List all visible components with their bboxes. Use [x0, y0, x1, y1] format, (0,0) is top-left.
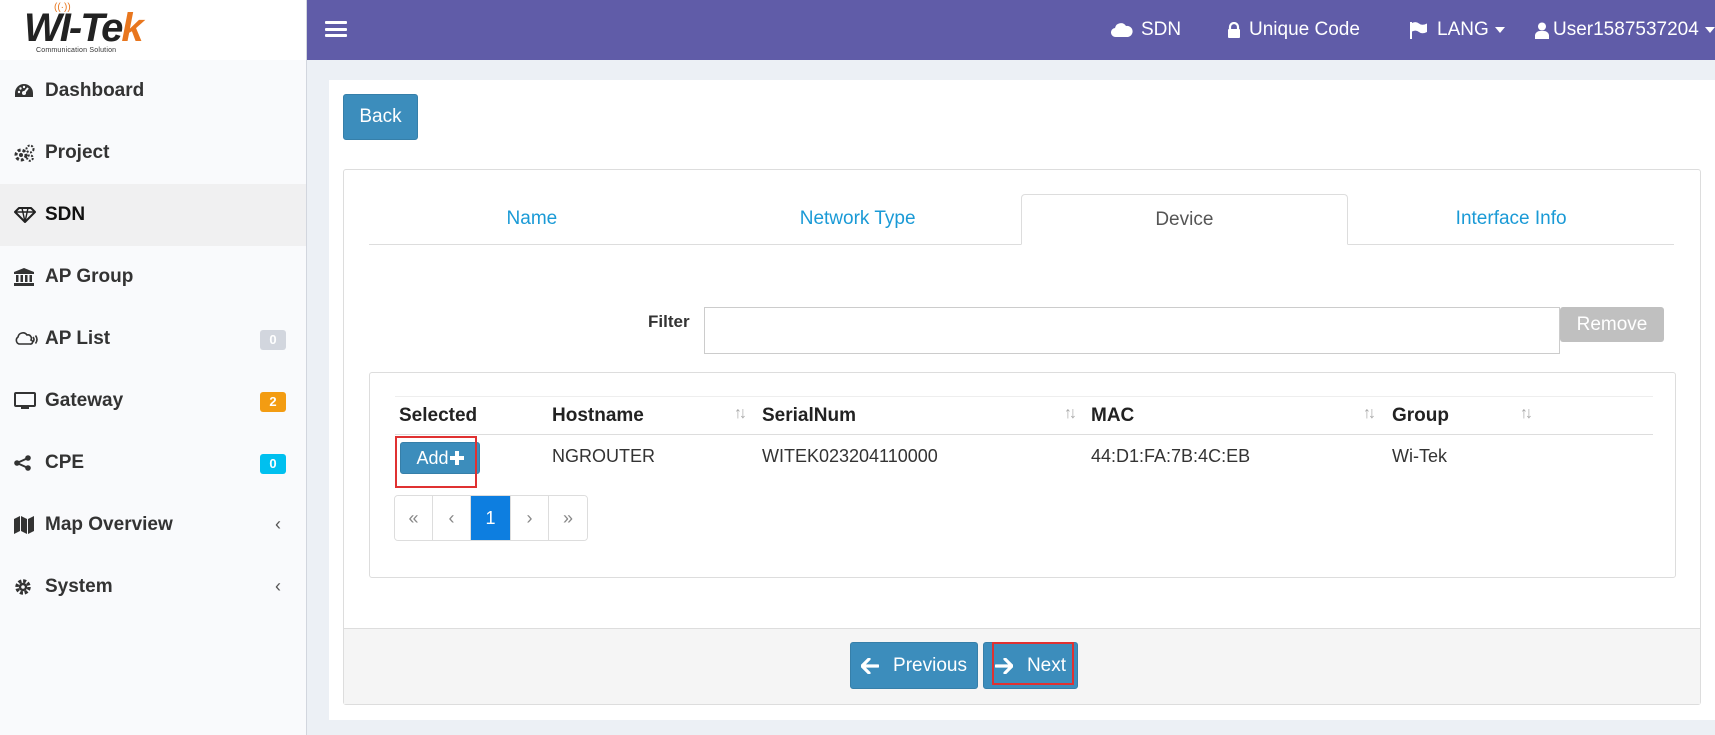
- caret-down-icon: [1494, 27, 1505, 33]
- map-icon: [14, 516, 42, 534]
- cell-group: Wi-Tek: [1392, 446, 1447, 466]
- sidebar-item-dashboard[interactable]: Dashboard: [0, 60, 306, 122]
- chevron-left-icon: ‹: [275, 576, 281, 596]
- diamond-icon: [14, 207, 42, 223]
- page-first-button[interactable]: «: [395, 496, 433, 540]
- sidebar-item-gateway[interactable]: Gateway 2: [0, 370, 306, 432]
- sidebar-item-map-overview[interactable]: Map Overview ‹: [0, 494, 306, 556]
- page-next-button[interactable]: ›: [511, 496, 549, 540]
- dashboard-icon: [14, 83, 42, 99]
- add-device-button[interactable]: Add: [400, 442, 480, 474]
- previous-button[interactable]: Previous: [850, 642, 978, 689]
- wizard-tabs: Name Network Type Device Interface Info: [369, 194, 1674, 245]
- lock-icon: [1228, 21, 1240, 38]
- wizard-panel: Name Network Type Device Interface Info …: [343, 169, 1701, 705]
- plus-icon: [449, 451, 464, 465]
- sort-icon[interactable]: ↑↓: [1064, 405, 1077, 423]
- monitor-icon: [14, 392, 42, 410]
- flag-icon: [1410, 21, 1427, 39]
- column-header-mac[interactable]: MAC: [1091, 397, 1134, 435]
- logo: ((·)) WI-Tek Communication Solution: [0, 0, 306, 60]
- chevron-left-icon: ‹: [275, 514, 281, 534]
- filter-label: Filter: [648, 312, 690, 331]
- cloud-icon: [1111, 23, 1133, 38]
- hamburger-menu-icon[interactable]: [325, 19, 347, 39]
- sort-icon[interactable]: ↑↓: [1520, 405, 1533, 423]
- remove-button[interactable]: Remove: [1560, 307, 1664, 342]
- sidebar: ((·)) WI-Tek Communication Solution Dash…: [0, 0, 307, 735]
- share-icon: [14, 455, 42, 471]
- top-header: SDN Unique Code LANG User1587537204: [307, 0, 1715, 60]
- header-user-dropdown[interactable]: User1587537204: [1535, 0, 1715, 60]
- gateway-count-badge: 2: [260, 392, 286, 412]
- filter-input[interactable]: [704, 307, 1560, 354]
- table-header: Selected Hostname ↑↓ SerialNum ↑↓ MAC ↑↓…: [395, 396, 1653, 435]
- tab-device[interactable]: Device: [1020, 194, 1349, 245]
- arrow-left-icon: [861, 657, 880, 674]
- wizard-footer: Previous Next: [344, 628, 1700, 704]
- next-button[interactable]: Next: [983, 642, 1078, 689]
- cogs-icon: [14, 144, 42, 162]
- sidebar-item-sdn[interactable]: SDN: [0, 184, 306, 246]
- sidebar-item-project[interactable]: Project: [0, 122, 306, 184]
- cloud-wifi-icon: [14, 331, 42, 347]
- wi-tek-logo: ((·)) WI-Tek Communication Solution: [24, 2, 144, 54]
- ap-list-count-badge: 0: [260, 330, 286, 350]
- sort-icon[interactable]: ↑↓: [1363, 405, 1376, 423]
- column-header-serialnum[interactable]: SerialNum: [762, 397, 856, 435]
- tab-interface-info[interactable]: Interface Info: [1348, 194, 1674, 244]
- cell-serialnum: WITEK023204110000: [762, 446, 938, 466]
- header-unique-code-link[interactable]: Unique Code: [1227, 0, 1360, 60]
- cpe-count-badge: 0: [260, 454, 286, 474]
- cell-hostname: NGROUTER: [552, 446, 655, 466]
- sidebar-item-ap-group[interactable]: AP Group: [0, 246, 306, 308]
- column-header-group[interactable]: Group: [1392, 397, 1449, 435]
- sidebar-item-system[interactable]: System ‹: [0, 556, 306, 618]
- sidebar-item-ap-list[interactable]: AP List 0: [0, 308, 306, 370]
- cell-mac: 44:D1:FA:7B:4C:EB: [1091, 446, 1251, 466]
- column-header-selected: Selected: [399, 405, 478, 426]
- device-table-box: Selected Hostname ↑↓ SerialNum ↑↓ MAC ↑↓…: [369, 372, 1676, 578]
- column-header-hostname[interactable]: Hostname: [552, 397, 644, 435]
- user-icon: [1535, 22, 1549, 39]
- back-button[interactable]: Back: [343, 94, 418, 140]
- tab-name[interactable]: Name: [369, 194, 695, 244]
- content-box: Back Name Network Type Device Interface …: [329, 80, 1715, 720]
- pagination: « ‹ 1 › »: [394, 495, 588, 541]
- sort-icon[interactable]: ↑↓: [734, 405, 747, 423]
- arrow-right-icon: [994, 657, 1013, 674]
- gear-icon: [14, 578, 42, 596]
- page-last-button[interactable]: »: [549, 496, 587, 540]
- sidebar-item-cpe[interactable]: CPE 0: [0, 432, 306, 494]
- tab-network-type[interactable]: Network Type: [695, 194, 1021, 244]
- header-sdn-link[interactable]: SDN: [1111, 0, 1181, 60]
- page-1-button[interactable]: 1: [471, 496, 511, 540]
- page-prev-button[interactable]: ‹: [433, 496, 471, 540]
- device-table: Selected Hostname ↑↓ SerialNum ↑↓ MAC ↑↓…: [395, 396, 1653, 477]
- header-lang-dropdown[interactable]: LANG: [1409, 0, 1505, 60]
- caret-down-icon: [1704, 27, 1715, 33]
- table-row: Add NGROUTER WITEK023204110000 44:D1:FA:…: [395, 435, 1653, 477]
- bank-icon: [14, 268, 42, 286]
